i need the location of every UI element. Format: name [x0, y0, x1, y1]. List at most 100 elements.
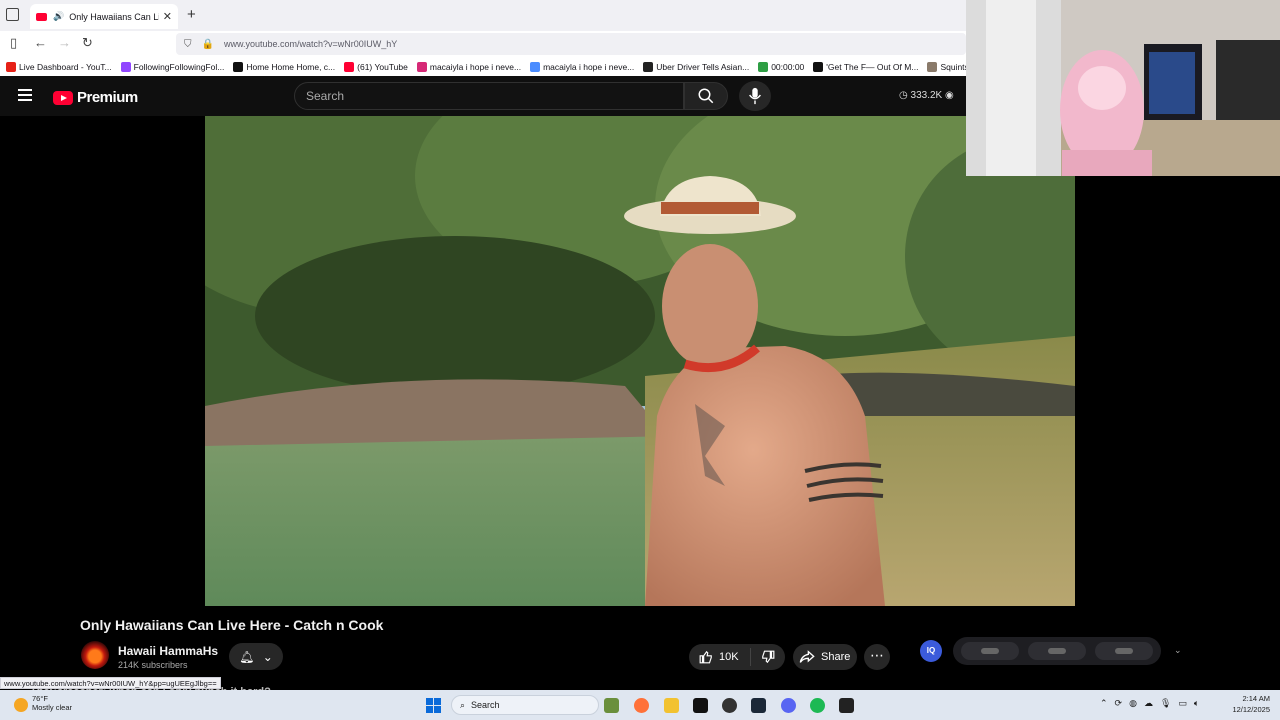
taskbar-search[interactable]: ⌕ Search — [451, 695, 599, 715]
like-button[interactable]: 10K — [689, 648, 751, 666]
shield-icon[interactable]: ⛉ — [184, 39, 192, 50]
system-tray: ⌃ ⟳ ◍ ☁ 🎙︎ ▭ 🔈︎ — [1100, 698, 1206, 709]
mic-icon[interactable]: 🎙︎ — [1160, 698, 1171, 709]
address-bar[interactable]: ⛉ 🔒 www.youtube.com/watch?v=wNr00IUW_hY — [176, 33, 966, 55]
video-title: Only Hawaiians Can Live Here - Catch n C… — [80, 617, 384, 633]
clock-date: 12/12/2025 — [1232, 705, 1270, 714]
extension-pill[interactable] — [1094, 642, 1153, 660]
bookmark-label: Home Home Home, c... — [246, 61, 336, 72]
reload-button[interactable]: ↻ — [82, 35, 93, 51]
url-text: www.youtube.com/watch?v=wNr00IUW_hY — [223, 39, 398, 49]
windows-taskbar: 76°F Mostly clear ⌕ Search ⌃ ⟳ ◍ ☁ 🎙︎ ▭ … — [0, 690, 1280, 720]
chevron-down-icon[interactable]: ⌄ — [1174, 645, 1182, 656]
bookmark-favicon-icon — [416, 61, 427, 72]
bookmark-label: 'Get The F— Out Of M... — [826, 61, 919, 72]
subscriber-count: 214K subscribers — [118, 660, 188, 670]
video-player[interactable] — [205, 116, 1075, 606]
cloud-icon[interactable]: ☁ — [1144, 698, 1153, 709]
bookmark-label: 00:00:00 — [771, 61, 805, 72]
notification-button[interactable]: 🔔︎ ⌄ — [229, 643, 283, 670]
file-explorer-icon[interactable] — [664, 698, 679, 713]
share-button[interactable]: Share — [793, 644, 857, 670]
menu-icon[interactable] — [18, 89, 32, 101]
bookmark-label: Squints, Mamcita, Asia... — [940, 61, 966, 72]
search-icon: ⌕ — [460, 700, 466, 710]
like-count: 10K — [719, 651, 739, 663]
search-icon — [698, 88, 714, 104]
chevron-up-icon[interactable]: ⌃ — [1100, 698, 1108, 709]
channel-avatar[interactable] — [81, 641, 109, 669]
dislike-button[interactable] — [751, 647, 785, 667]
search-button[interactable] — [684, 82, 728, 110]
share-icon — [799, 650, 815, 663]
search-input[interactable]: Search — [294, 82, 684, 110]
weather-widget[interactable]: 76°F Mostly clear — [14, 694, 72, 712]
like-dislike-group: 10K — [689, 644, 785, 670]
extension-pill[interactable] — [961, 642, 1020, 660]
browser-tab-active[interactable]: 🔊 Only Hawaiians Can Live H ✕ — [30, 4, 178, 29]
bookmark-favicon-icon — [927, 61, 938, 72]
steam-icon[interactable] — [751, 698, 766, 713]
firefox-icon[interactable] — [634, 698, 649, 713]
thumbs-up-icon — [699, 650, 712, 664]
more-actions-button[interactable]: ⋯ — [864, 644, 890, 670]
tab-list-icon[interactable] — [6, 8, 19, 21]
thumbs-down-icon — [762, 650, 775, 664]
channel-name[interactable]: Hawaii HammaHs — [118, 644, 218, 658]
close-tab-icon[interactable]: ✕ — [163, 10, 172, 23]
bookmark-item[interactable]: FollowingFollowingFol... — [120, 61, 225, 72]
bookmark-item[interactable]: 'Get The F— Out Of M... — [813, 61, 919, 72]
extension-pill[interactable] — [1027, 642, 1086, 660]
bookmarks-bar: Live Dashboard - YouT... FollowingFollowi… — [0, 57, 966, 76]
new-tab-button[interactable]: + — [187, 6, 196, 23]
browser-tab-bar: 🔊 Only Hawaiians Can Live H ✕ + — [0, 0, 966, 31]
system-clock[interactable]: 2:14 AM 12/12/2025 — [1222, 693, 1270, 715]
youtube-favicon-icon — [36, 12, 47, 21]
forward-button[interactable]: → — [58, 35, 71, 50]
app-icon[interactable] — [839, 698, 854, 713]
bookmark-item[interactable]: 00:00:00 — [758, 61, 805, 72]
share-label: Share — [821, 651, 851, 663]
speaker-icon[interactable]: 🔊 — [53, 11, 64, 22]
sidebar-toggle-icon[interactable]: ▯ — [10, 35, 17, 51]
taskbar-search-label: Search — [471, 700, 500, 710]
browser-nav-bar: ▯ ← → ↻ ⛉ 🔒 www.youtube.com/watch?v=wNr0… — [0, 31, 966, 57]
eye-icon: ◉ — [945, 90, 954, 101]
bookmark-item[interactable]: Uber Driver Tells Asian... — [643, 61, 749, 72]
bookmark-item[interactable]: (61) YouTube — [344, 61, 408, 72]
bookmark-item[interactable]: Squints, Mamcita, Asia... — [927, 61, 966, 72]
bookmark-label: FollowingFollowingFol... — [133, 61, 225, 72]
voice-search-button[interactable] — [739, 81, 771, 111]
widgets-icon[interactable] — [604, 698, 619, 713]
spotify-icon[interactable] — [810, 698, 825, 713]
bookmark-item[interactable]: Home Home Home, c... — [233, 61, 336, 72]
bookmark-label: macaiyla i hope i neve... — [543, 61, 635, 72]
bookmark-item[interactable]: macaiyla i hope i neve... — [530, 61, 635, 72]
display-icon[interactable]: ▭ — [1178, 698, 1187, 709]
x-app-icon[interactable] — [693, 698, 708, 713]
network-icon[interactable]: ◍ — [1129, 698, 1137, 709]
bookmark-item[interactable]: macaiyla i hope i neve... — [416, 61, 522, 72]
viewer-count: ◷ 333.2K ◉ — [899, 90, 954, 101]
webcam-overlay — [966, 0, 1280, 176]
windows-start-icon[interactable] — [426, 698, 441, 713]
obs-icon[interactable] — [722, 698, 737, 713]
sync-icon[interactable]: ⟳ — [1115, 698, 1123, 709]
bookmark-favicon-icon — [758, 61, 769, 72]
volume-icon[interactable]: 🔈︎ — [1194, 698, 1199, 709]
webcam-image — [966, 0, 1280, 176]
bookmark-label: macaiyla i hope i neve... — [429, 61, 522, 72]
iq-extension-badge[interactable]: IQ — [920, 640, 942, 662]
lock-icon[interactable]: 🔒 — [202, 39, 214, 50]
clock-time: 2:14 AM — [1242, 694, 1270, 703]
youtube-logo[interactable]: Premium — [53, 89, 138, 106]
back-button[interactable]: ← — [34, 35, 47, 50]
bookmark-favicon-icon — [344, 61, 355, 72]
bell-icon: 🔔︎ — [239, 649, 255, 664]
youtube-play-icon — [53, 90, 73, 105]
tab-title: Only Hawaiians Can Live H — [69, 11, 159, 22]
discord-icon[interactable] — [781, 698, 796, 713]
bookmark-favicon-icon — [643, 61, 654, 72]
bookmark-item[interactable]: Live Dashboard - YouT... — [6, 61, 112, 72]
bookmark-favicon-icon — [233, 61, 244, 72]
